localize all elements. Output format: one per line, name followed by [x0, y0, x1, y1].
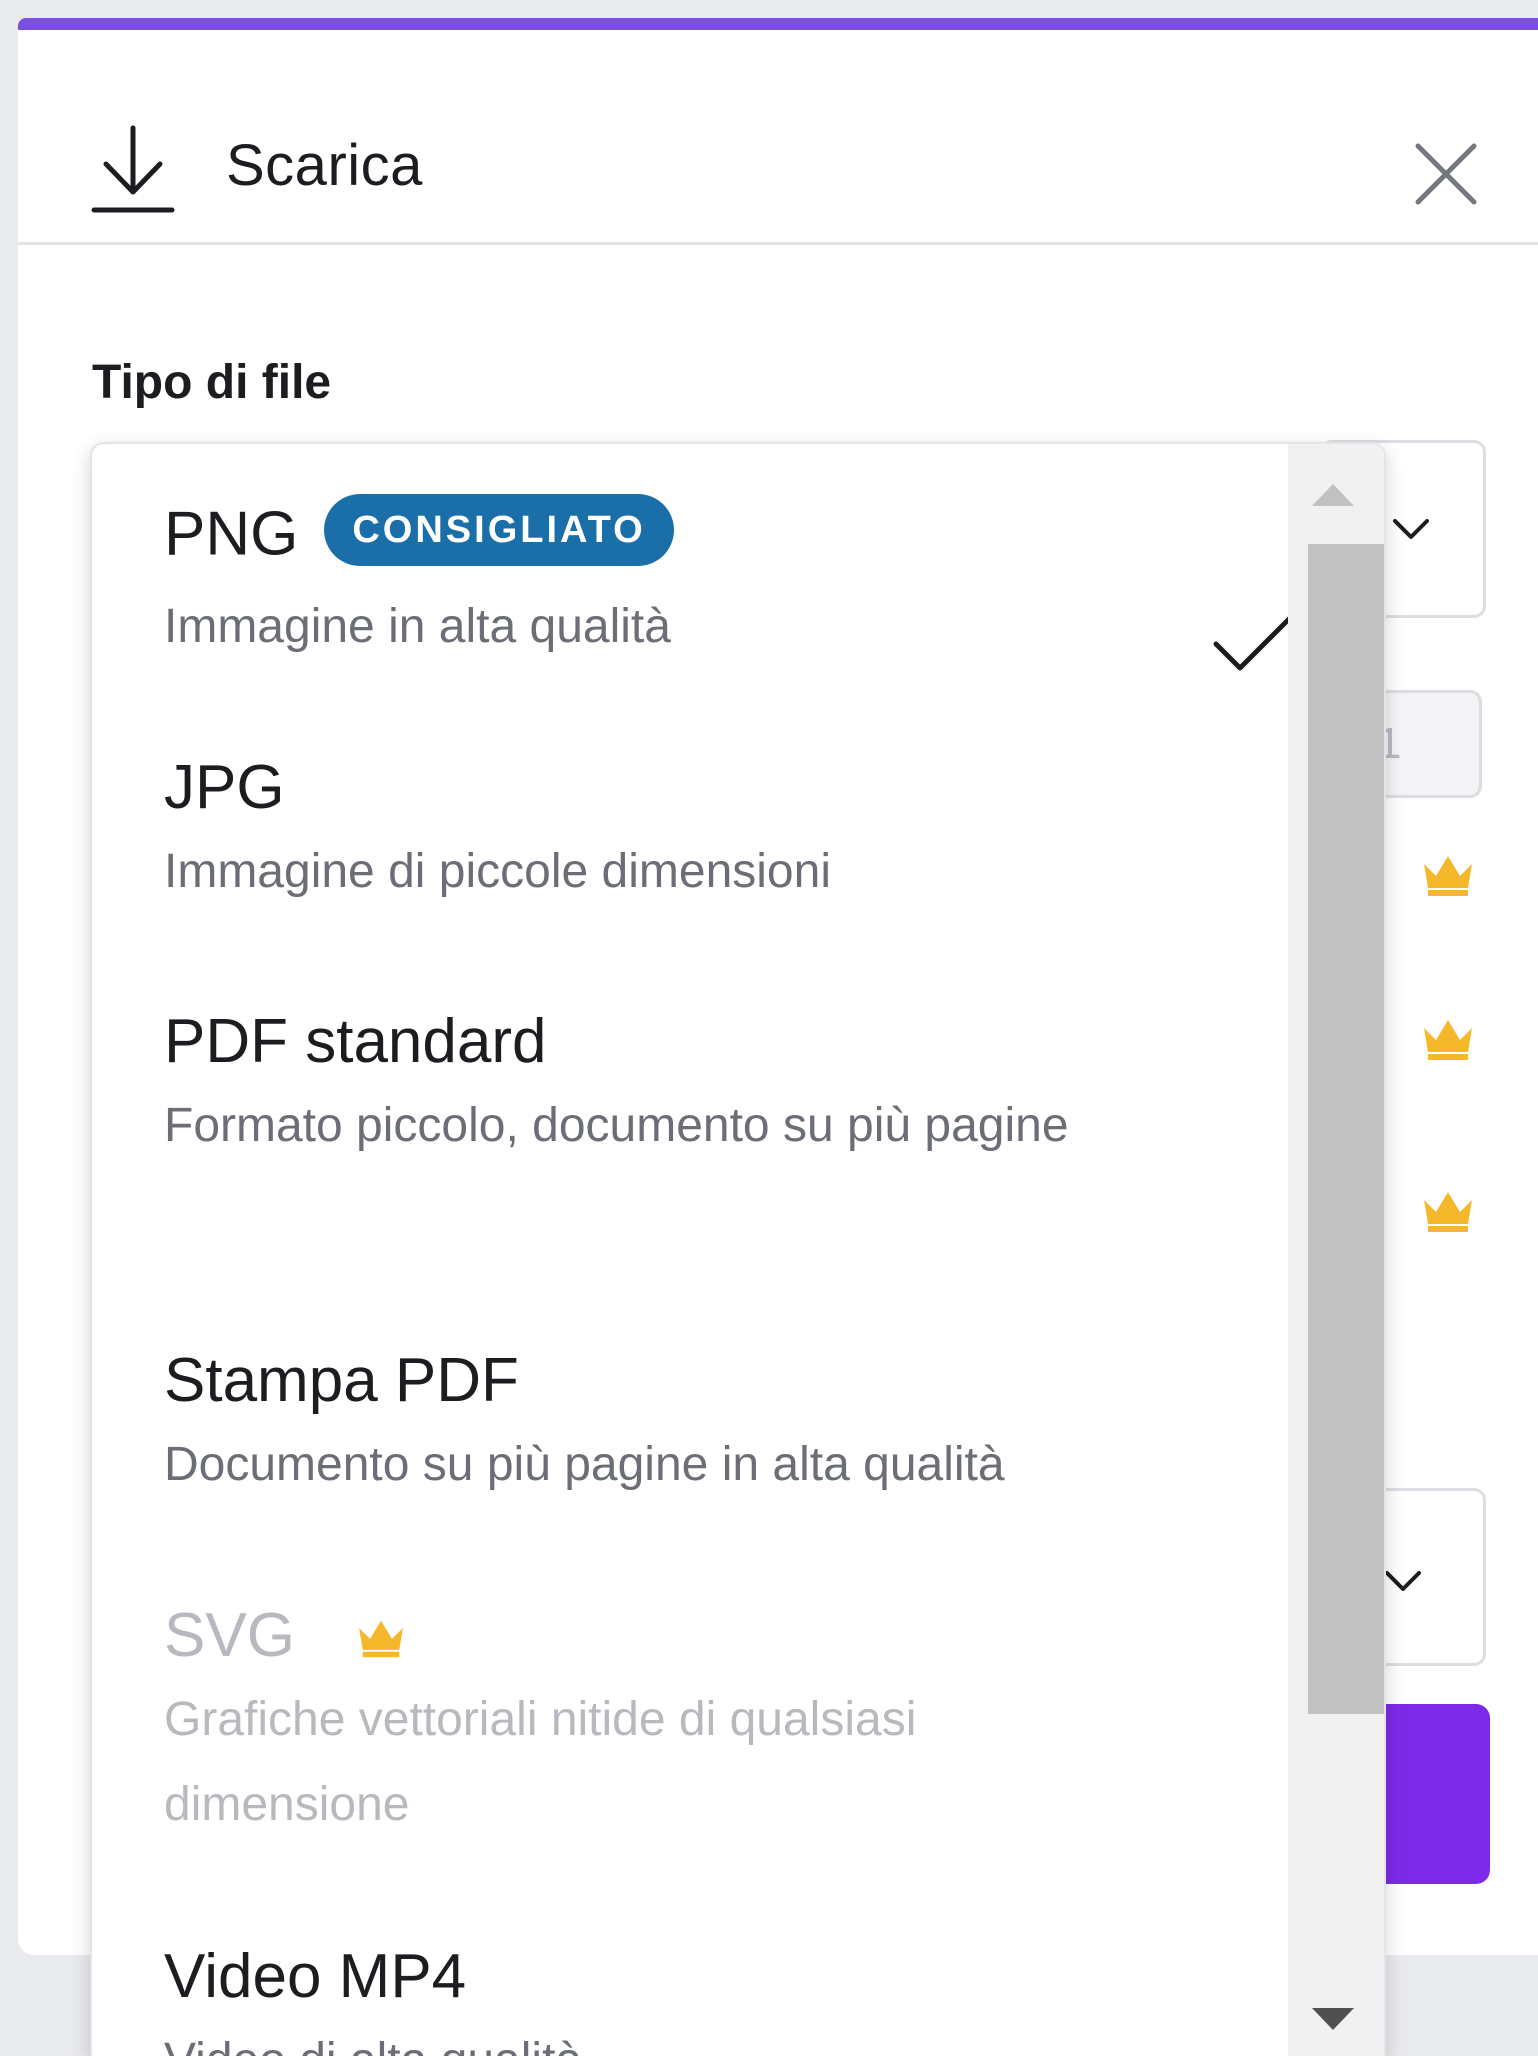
close-icon[interactable]	[1410, 138, 1482, 210]
download-panel-screen: Scarica Tipo di file 1 PNG CONSIGLIATO I…	[0, 0, 1538, 2056]
option-title: JPG	[164, 753, 285, 822]
file-type-label: Tipo di file	[92, 356, 332, 409]
option-description: Video di alta qualità	[164, 2018, 1264, 2056]
option-title: Video MP4	[164, 1942, 467, 2011]
option-title: SVG	[164, 1601, 295, 1670]
option-title: PNG	[164, 499, 299, 569]
option-print-pdf[interactable]: Stampa PDF Documento su più pagine in al…	[164, 1350, 1264, 1507]
crown-icon	[1424, 1192, 1472, 1232]
option-title: PDF standard	[164, 1007, 547, 1076]
check-icon	[1213, 611, 1297, 671]
option-png[interactable]: PNG CONSIGLIATO Immagine in alta qualità	[164, 494, 1297, 671]
option-title: Stampa PDF	[164, 1346, 519, 1415]
option-description: Immagine in alta qualità	[164, 600, 671, 653]
panel-title: Scarica	[226, 133, 423, 198]
top-accent-bar	[18, 18, 1538, 30]
crown-icon	[359, 1620, 403, 1657]
option-pdf-standard[interactable]: PDF standard Formato piccolo, documento …	[164, 1011, 1104, 1168]
option-description: Documento su più pagine in alta qualità	[164, 1438, 1005, 1491]
file-type-dropdown: PNG CONSIGLIATO Immagine in alta qualità …	[90, 442, 1386, 2056]
chevron-down-icon	[1393, 519, 1429, 539]
recommended-badge: CONSIGLIATO	[324, 494, 674, 566]
option-svg[interactable]: SVG Grafiche vettoriali nitide di qualsi…	[164, 1605, 1104, 1847]
option-description: Formato piccolo, documento su più pagine	[164, 1099, 1069, 1152]
scroll-down-arrow-icon[interactable]	[1308, 2004, 1358, 2034]
option-jpg[interactable]: JPG Immagine di piccole dimensioni	[164, 757, 1264, 914]
chevron-down-icon	[1385, 1571, 1421, 1591]
scroll-thumb[interactable]	[1308, 544, 1384, 1714]
download-icon	[91, 125, 175, 213]
option-description: Immagine di piccole dimensioni	[164, 845, 831, 898]
dropdown-scrollbar[interactable]	[1288, 444, 1384, 2056]
option-description: Grafiche vettoriali nitide di qualsiasi …	[164, 1693, 917, 1831]
option-video-mp4[interactable]: Video MP4 Video di alta qualità	[164, 1946, 1264, 2056]
crown-icon	[1424, 1020, 1472, 1060]
scroll-up-arrow-icon[interactable]	[1308, 480, 1358, 510]
crown-icon	[1424, 856, 1472, 896]
panel-header: Scarica	[18, 30, 1538, 245]
